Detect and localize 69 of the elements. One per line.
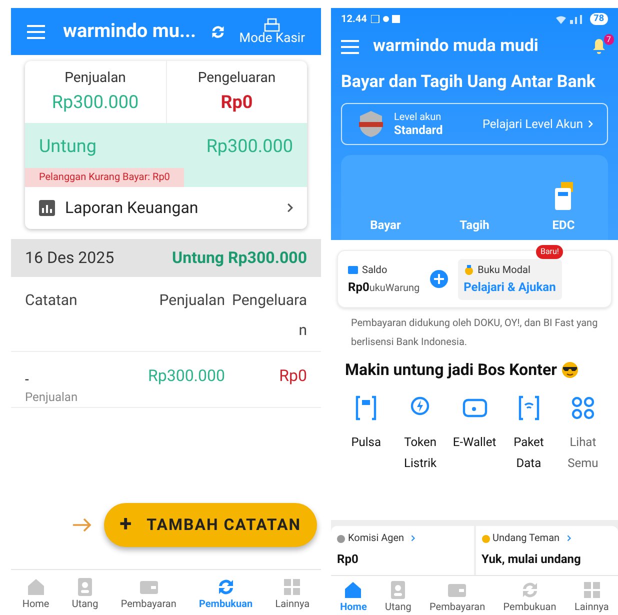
- notification-badge: 7: [604, 34, 614, 45]
- nav-tab[interactable]: Utang: [385, 578, 412, 612]
- nav-tab[interactable]: Lainnya: [574, 578, 609, 612]
- level-value: Standard: [394, 124, 443, 136]
- card-terminal-icon: [552, 182, 574, 212]
- nav-tab[interactable]: Pembayaran: [120, 576, 176, 610]
- sunglasses-smiley-icon: [560, 361, 579, 379]
- report-icon: [39, 200, 55, 216]
- chevron-right-icon: [411, 535, 416, 542]
- report-link[interactable]: Laporan Keuangan: [25, 187, 307, 229]
- balance-value: Rp0: [348, 278, 370, 296]
- status-time: 12.44: [341, 12, 367, 26]
- card-value: Yuk, mulai undang: [482, 552, 581, 566]
- nav-tab[interactable]: Pembukuan: [503, 578, 556, 612]
- stat-label: Pengeluaran: [198, 69, 276, 88]
- overlapping-text: ukuWarung: [369, 282, 420, 296]
- app-title: warmindo muda mudi: [373, 35, 538, 58]
- loan-label: Buku Modal: [478, 264, 530, 278]
- shield-badge-icon: [356, 108, 386, 138]
- sales-cell-text: Rp300.000: [146, 365, 225, 387]
- profit-value: Rp300.000: [206, 135, 293, 159]
- service-item[interactable]: Token Listrik: [393, 394, 448, 474]
- coin-icon: [337, 534, 345, 542]
- type-cell-text: Penjualan: [25, 390, 79, 404]
- menu-icon[interactable]: [27, 24, 45, 38]
- wallet-icon: [348, 266, 358, 274]
- card-title: Komisi Agen: [348, 532, 404, 546]
- column-header: Catatan: [25, 290, 78, 311]
- stat-label: Penjualan: [64, 69, 126, 88]
- app-title: warmindo mu...: [63, 18, 196, 44]
- column-header: Penjualan: [158, 290, 225, 311]
- card-value: Rp0: [337, 552, 358, 566]
- add-circle-icon[interactable]: [430, 270, 448, 288]
- add-note-button[interactable]: + TAMBAH CATATAN: [104, 503, 317, 547]
- chevron-right-icon: [287, 203, 293, 213]
- nav-tab[interactable]: Home: [22, 576, 50, 610]
- info-card[interactable]: Komisi Agen Rp0: [331, 526, 474, 575]
- info-card[interactable]: Undang Teman Yuk, mulai undang: [476, 526, 618, 575]
- unpaid-note: Pelanggan Kurang Bayar: Rp0: [25, 168, 184, 187]
- new-badge: Baru!: [536, 245, 563, 259]
- balance-label: Saldo: [362, 264, 388, 278]
- column-header: Pengeluaran: [230, 290, 307, 341]
- chevron-right-icon: [566, 535, 571, 542]
- promo-title: Makin untung jadi Bos Konter: [345, 359, 557, 381]
- payment-note: Pembayaran didukung oleh DOKU, OY!, dan BI Fast yang berlisensi Bank Indonesia.: [350, 317, 599, 350]
- level-label: Level akun: [394, 112, 442, 124]
- menu-icon[interactable]: [341, 40, 359, 54]
- stat-value: Rp0: [220, 91, 253, 115]
- day-profit: Untung Rp300.000: [172, 247, 307, 269]
- service-item[interactable]: E-Wallet: [447, 394, 502, 474]
- headline: Bayar dan Tagih Uang Antar Bank: [341, 71, 596, 94]
- card-title: Undang Teman: [492, 532, 560, 546]
- service-item[interactable]: Lihat Semu: [556, 394, 610, 474]
- stat-value: Rp300.000: [52, 91, 139, 115]
- nav-tab[interactable]: Pembayaran: [430, 578, 486, 612]
- status-icons: [370, 15, 401, 23]
- cash-register-icon: [264, 18, 280, 32]
- nav-tab[interactable]: Utang: [72, 576, 98, 610]
- bell-icon[interactable]: [592, 38, 606, 54]
- date-label: 16 Des 2025: [25, 247, 114, 269]
- battery-level: 78: [590, 13, 608, 25]
- expense-cell-text: Rp0: [278, 365, 307, 387]
- service-item[interactable]: Paket Data: [502, 394, 556, 474]
- service-item[interactable]: Pulsa: [339, 394, 394, 474]
- note-cell-text: -: [25, 371, 30, 390]
- chevron-right-icon: [588, 120, 593, 128]
- nav-tab[interactable]: Lainnya: [275, 576, 310, 610]
- profit-label: Untung: [39, 135, 96, 159]
- arrow-right-icon: [72, 518, 92, 532]
